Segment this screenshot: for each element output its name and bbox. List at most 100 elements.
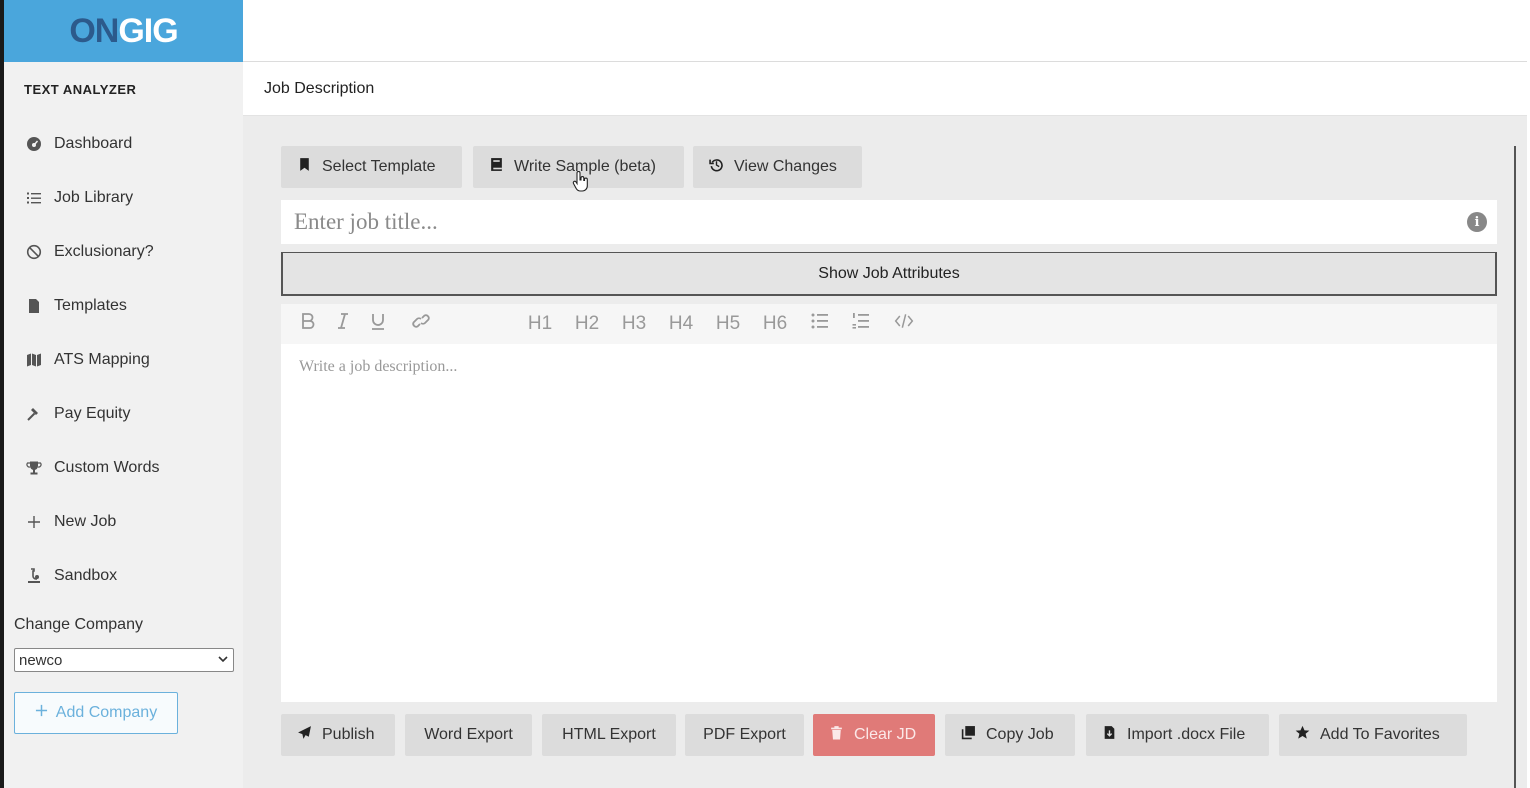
- flask-icon: [24, 566, 44, 586]
- pdf-export-button[interactable]: PDF Export: [685, 714, 804, 756]
- sidebar-item-custom-words[interactable]: Custom Words: [4, 441, 243, 495]
- logo-part-on: ON: [69, 11, 119, 50]
- editor-placeholder: Write a job description...: [299, 358, 458, 375]
- logo-bar: ONGIG: [4, 0, 243, 62]
- h2-label: H2: [574, 313, 600, 334]
- import-docx-label: Import .docx File: [1127, 726, 1246, 743]
- sidebar-item-ats-mapping[interactable]: ATS Mapping: [4, 333, 243, 387]
- add-company-label: Add Company: [55, 704, 158, 721]
- publish-label: Publish: [322, 726, 375, 743]
- clear-jd-button[interactable]: Clear JD: [813, 714, 935, 756]
- copy-job-label: Copy Job: [986, 726, 1054, 743]
- file-icon: [24, 296, 44, 316]
- sidebar-item-job-library[interactable]: Job Library: [4, 171, 243, 225]
- top-bar: [243, 0, 1527, 62]
- list-icon: [24, 188, 44, 208]
- dashboard-icon: [24, 134, 44, 154]
- link-icon: [411, 311, 431, 337]
- link-button[interactable]: [407, 304, 435, 344]
- page-title: Job Description: [264, 79, 375, 97]
- trash-icon: [829, 725, 844, 745]
- job-title-input[interactable]: Enter job title... i: [281, 200, 1497, 244]
- h5-label: H5: [715, 313, 741, 334]
- sidebar: ONGIG TEXT ANALYZER Dashboard Job Librar…: [4, 0, 243, 788]
- h4-button[interactable]: H4: [666, 304, 696, 344]
- company-select-value: newco: [19, 651, 63, 669]
- italic-button[interactable]: [331, 304, 355, 344]
- sidebar-item-label: Custom Words: [54, 459, 160, 476]
- h1-button[interactable]: H1: [525, 304, 555, 344]
- sidebar-item-sandbox[interactable]: Sandbox: [4, 549, 243, 603]
- underline-icon: [368, 311, 388, 337]
- bold-button[interactable]: [295, 304, 321, 344]
- word-export-button[interactable]: Word Export: [405, 714, 532, 756]
- sidebar-item-label: Job Library: [54, 189, 134, 206]
- import-docx-button[interactable]: Import .docx File: [1086, 714, 1269, 756]
- sidebar-item-pay-equity[interactable]: Pay Equity: [4, 387, 243, 441]
- sidebar-item-label: ATS Mapping: [54, 351, 150, 368]
- bullet-list-button[interactable]: [807, 304, 833, 344]
- select-template-button[interactable]: Select Template: [281, 146, 462, 188]
- underline-button[interactable]: [366, 304, 390, 344]
- word-export-label: Word Export: [424, 726, 513, 743]
- history-icon: [709, 157, 724, 177]
- hand-cursor-icon: [572, 171, 590, 193]
- sidebar-item-label: New Job: [54, 513, 117, 530]
- code-view-button[interactable]: [889, 304, 919, 344]
- copy-icon: [961, 725, 976, 745]
- job-title-placeholder: Enter job title...: [294, 209, 438, 234]
- add-company-button[interactable]: Add Company: [14, 692, 178, 734]
- code-icon: [894, 311, 914, 337]
- bold-icon: [298, 311, 318, 337]
- bullet-list-icon: [810, 311, 830, 337]
- sidebar-item-exclusionary[interactable]: Exclusionary?: [4, 225, 243, 279]
- clear-jd-label: Clear JD: [854, 726, 917, 743]
- sidebar-item-dashboard[interactable]: Dashboard: [4, 117, 243, 171]
- h5-button[interactable]: H5: [713, 304, 743, 344]
- panel-divider: [1514, 146, 1516, 788]
- h4-label: H4: [668, 313, 694, 334]
- paper-plane-icon: [297, 725, 312, 745]
- page-header: Job Description: [243, 62, 1527, 116]
- sidebar-item-new-job[interactable]: New Job: [4, 495, 243, 549]
- numbered-list-button[interactable]: [848, 304, 874, 344]
- add-to-favorites-button[interactable]: Add To Favorites: [1279, 714, 1467, 756]
- company-select[interactable]: newco: [14, 648, 234, 672]
- add-to-favorites-label: Add To Favorites: [1320, 726, 1440, 743]
- view-changes-label: View Changes: [734, 158, 837, 175]
- h3-button[interactable]: H3: [619, 304, 649, 344]
- html-export-label: HTML Export: [562, 726, 656, 743]
- view-changes-button[interactable]: View Changes: [693, 146, 862, 188]
- copy-job-button[interactable]: Copy Job: [945, 714, 1075, 756]
- h6-button[interactable]: H6: [760, 304, 790, 344]
- star-icon: [1295, 725, 1310, 745]
- sidebar-item-label: Exclusionary?: [54, 243, 154, 260]
- numbered-list-icon: [851, 311, 871, 337]
- chevron-down-icon: [217, 652, 229, 669]
- h2-button[interactable]: H2: [572, 304, 602, 344]
- sidebar-item-label: Pay Equity: [54, 405, 131, 422]
- publish-button[interactable]: Publish: [281, 714, 395, 756]
- app-window: ONGIG TEXT ANALYZER Dashboard Job Librar…: [0, 0, 1530, 788]
- book-icon: [489, 157, 504, 177]
- h3-label: H3: [621, 313, 647, 334]
- job-description-editor[interactable]: H1 H2 H3 H4 H5 H6 Write a job descriptio…: [281, 304, 1497, 702]
- pdf-export-label: PDF Export: [703, 726, 786, 743]
- editor-panel: Select Template Write Sample (beta) View…: [243, 116, 1527, 788]
- logo-part-gig: GIG: [118, 11, 178, 50]
- show-job-attributes-button[interactable]: Show Job Attributes: [281, 252, 1497, 296]
- file-import-icon: [1102, 725, 1117, 745]
- select-template-label: Select Template: [322, 158, 436, 175]
- trophy-icon: [24, 458, 44, 478]
- html-export-button[interactable]: HTML Export: [542, 714, 676, 756]
- info-icon[interactable]: i: [1467, 212, 1487, 232]
- gavel-icon: [24, 404, 44, 424]
- h1-label: H1: [527, 313, 553, 334]
- sidebar-heading: TEXT ANALYZER: [24, 82, 137, 97]
- h6-label: H6: [762, 313, 788, 334]
- change-company-label: Change Company: [14, 616, 143, 633]
- plus-icon: [35, 704, 48, 722]
- ongig-logo[interactable]: ONGIG: [69, 11, 178, 51]
- show-job-attributes-label: Show Job Attributes: [818, 264, 960, 282]
- sidebar-item-templates[interactable]: Templates: [4, 279, 243, 333]
